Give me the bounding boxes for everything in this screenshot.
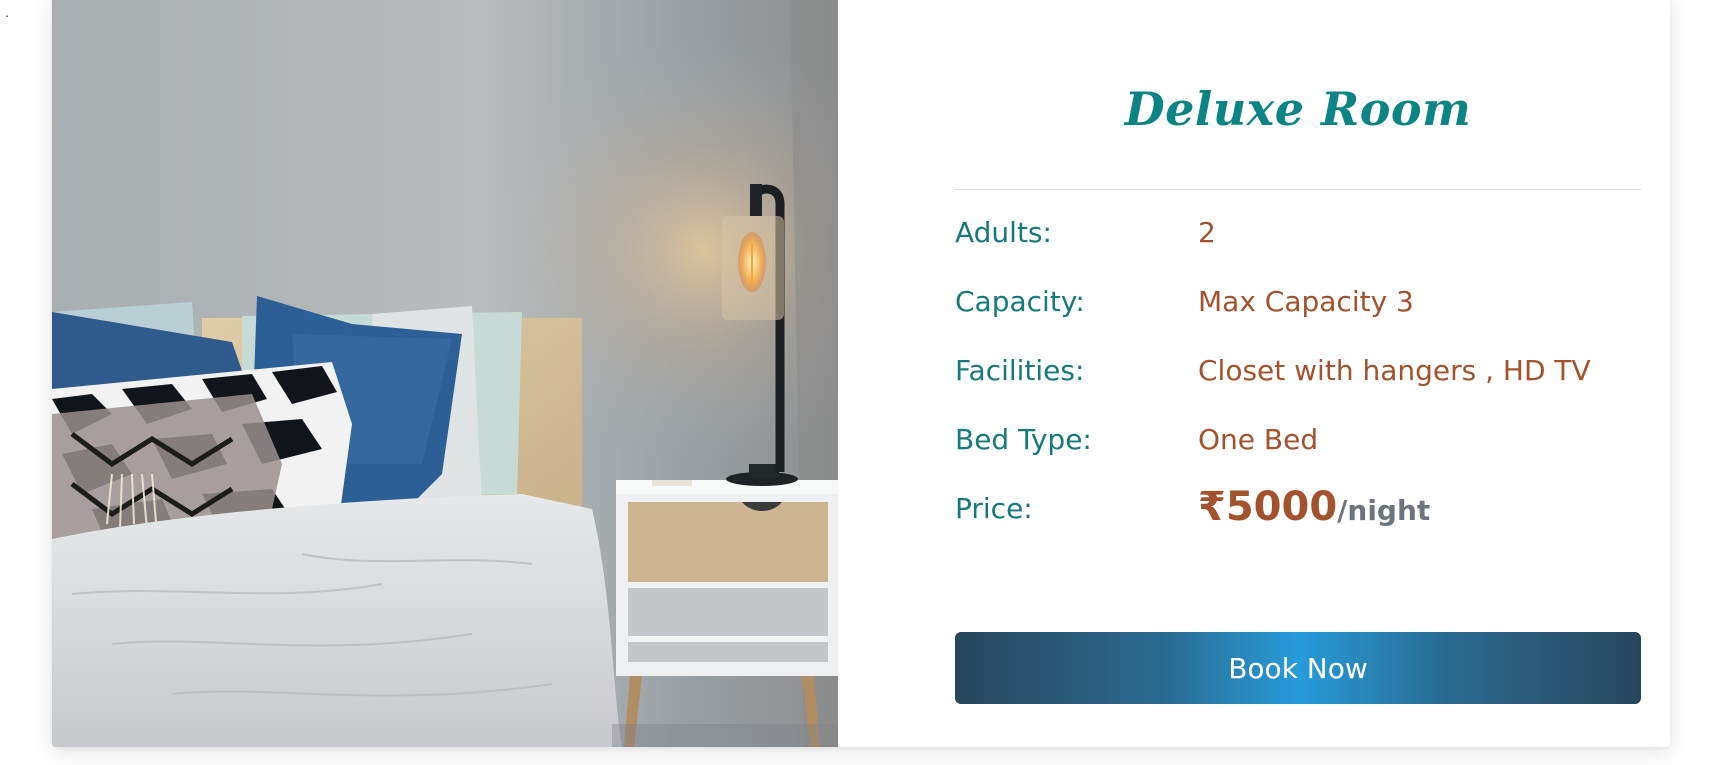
detail-row-adults: Adults: 2	[955, 216, 1641, 256]
facilities-value: Closet with hangers , HD TV	[1198, 354, 1591, 387]
adults-label: Adults:	[955, 216, 1052, 249]
capacity-value: Max Capacity 3	[1198, 285, 1414, 318]
adults-value: 2	[1198, 216, 1216, 249]
facilities-label: Facilities:	[955, 354, 1085, 387]
detail-row-capacity: Capacity: Max Capacity 3	[955, 285, 1641, 325]
title-divider	[955, 189, 1641, 190]
room-photo	[52, 0, 838, 747]
detail-row-price: Price: ₹5000/night	[955, 484, 1641, 532]
room-card: Deluxe Room Adults: 2 Capacity: Max Capa…	[52, 0, 1670, 747]
room-details-panel: Deluxe Room Adults: 2 Capacity: Max Capa…	[955, 0, 1641, 747]
price-label: Price:	[955, 492, 1033, 525]
detail-row-facilities: Facilities: Closet with hangers , HD TV	[955, 354, 1641, 394]
book-now-button[interactable]: Book Now	[955, 632, 1641, 704]
price-amount: ₹5000	[1198, 484, 1338, 530]
room-title: Deluxe Room	[1124, 82, 1472, 136]
bedroom-photo-illustration	[52, 0, 838, 747]
price-unit: /night	[1337, 494, 1431, 527]
bed-type-label: Bed Type:	[955, 423, 1092, 456]
stray-mark: .	[5, 4, 9, 20]
detail-row-bed-type: Bed Type: One Bed	[955, 423, 1641, 463]
capacity-label: Capacity:	[955, 285, 1085, 318]
price-value: ₹5000/night	[1198, 484, 1430, 530]
bed-type-value: One Bed	[1198, 423, 1319, 456]
